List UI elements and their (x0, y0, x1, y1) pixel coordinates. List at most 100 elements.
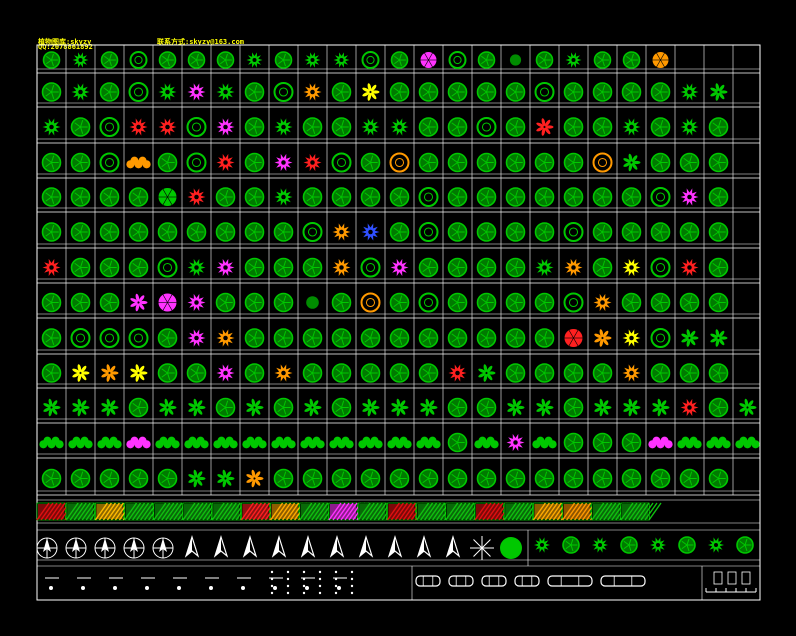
dot-mark (318, 577, 322, 581)
plant-symbol (420, 398, 438, 417)
plant-symbol (128, 222, 149, 242)
dot-mark (302, 584, 306, 588)
plant-symbol (708, 152, 729, 173)
plant-symbol (244, 257, 265, 278)
plant-symbol (418, 152, 439, 173)
plant-symbol (216, 364, 235, 382)
plant-symbol (505, 152, 526, 173)
plant-symbol (101, 398, 119, 417)
plant-symbol (42, 51, 61, 69)
plant-symbol (302, 117, 323, 137)
plant-symbol (302, 222, 323, 242)
north-arrow-12 (358, 535, 374, 558)
plant-symbol (126, 156, 151, 169)
plant-symbol (158, 51, 177, 69)
plant-symbol (41, 363, 62, 383)
plant-symbol (389, 222, 410, 242)
plant-symbol (534, 222, 555, 242)
plant-symbol (476, 82, 497, 102)
plant-symbol (710, 83, 728, 101)
plant-symbol (418, 468, 439, 489)
north-arrow-4 (123, 537, 145, 559)
plant-symbol (447, 82, 468, 102)
hatch-swatch (620, 502, 662, 521)
plant-symbol (678, 536, 696, 554)
plant-symbol (505, 328, 526, 348)
plant-symbol (447, 432, 468, 453)
plant-symbol (361, 118, 380, 136)
plant-symbol (563, 432, 584, 453)
plant-symbol (274, 51, 293, 69)
plant-symbol (331, 468, 352, 489)
dot-mark (318, 591, 322, 595)
plant-symbol (621, 82, 642, 102)
plant-symbol (302, 363, 323, 383)
plant-symbol (41, 292, 62, 313)
plant-symbol (186, 117, 207, 137)
plant-symbol (416, 436, 441, 449)
plant-symbol (333, 52, 350, 68)
plant-symbol (99, 468, 120, 489)
plant-symbol (418, 82, 439, 102)
plant-symbol (418, 117, 439, 137)
plant-symbol (360, 257, 381, 278)
plant-symbol (70, 187, 91, 207)
plant-symbol (157, 257, 178, 278)
north-arrow-15 (445, 535, 461, 558)
plant-symbol (681, 329, 699, 347)
plant-symbol (448, 51, 467, 69)
plant-symbol (679, 292, 700, 313)
plant-symbol (128, 187, 149, 207)
plant-symbol (478, 364, 496, 382)
car-1 (415, 575, 441, 587)
plant-symbol (390, 118, 409, 136)
plant-symbol (362, 83, 380, 101)
plant-symbol (361, 223, 380, 241)
plant-symbol (564, 258, 583, 277)
plant-symbol (158, 293, 177, 312)
plant-symbol (563, 117, 584, 137)
plant-symbol (622, 51, 641, 69)
plant-symbol (70, 257, 91, 278)
plant-symbol (304, 52, 321, 68)
plant-symbol (244, 117, 265, 137)
dot-mark (350, 584, 354, 588)
plant-symbol (184, 436, 209, 449)
plant-symbol (70, 292, 91, 313)
legend-mark (77, 577, 91, 590)
plant-symbol (41, 152, 62, 173)
plant-symbol (474, 436, 499, 449)
plant-symbol (360, 187, 381, 207)
plant-symbol (216, 258, 235, 277)
plant-symbol (563, 187, 584, 207)
plant-symbol (708, 117, 729, 137)
plant-symbol (43, 398, 61, 417)
plant-symbol (592, 537, 608, 553)
dot-mark (350, 591, 354, 595)
plant-symbol (128, 397, 149, 418)
legend-mark (109, 577, 123, 590)
plant-symbol (329, 436, 354, 449)
plant-symbol (129, 118, 148, 136)
plant-symbol (215, 187, 236, 207)
north-arrow-2 (65, 537, 87, 559)
plant-symbol (244, 222, 265, 242)
dot-mark (334, 570, 338, 574)
dot-mark (286, 591, 290, 595)
plant-symbol (534, 292, 555, 313)
plant-symbol (505, 292, 526, 313)
plant-symbol (477, 51, 496, 69)
plant-symbol (739, 398, 757, 417)
plant-symbol (360, 292, 381, 313)
plant-symbol (274, 364, 293, 382)
plant-symbol (273, 292, 294, 313)
plant-symbol (213, 436, 238, 449)
plant-symbol (509, 54, 522, 66)
north-arrow-10 (300, 535, 316, 558)
plant-symbol (70, 117, 91, 137)
plant-symbol (358, 436, 383, 449)
plant-symbol (534, 328, 555, 348)
plant-symbol (620, 536, 638, 554)
plant-symbol (331, 82, 352, 102)
plant-symbol (447, 328, 468, 348)
